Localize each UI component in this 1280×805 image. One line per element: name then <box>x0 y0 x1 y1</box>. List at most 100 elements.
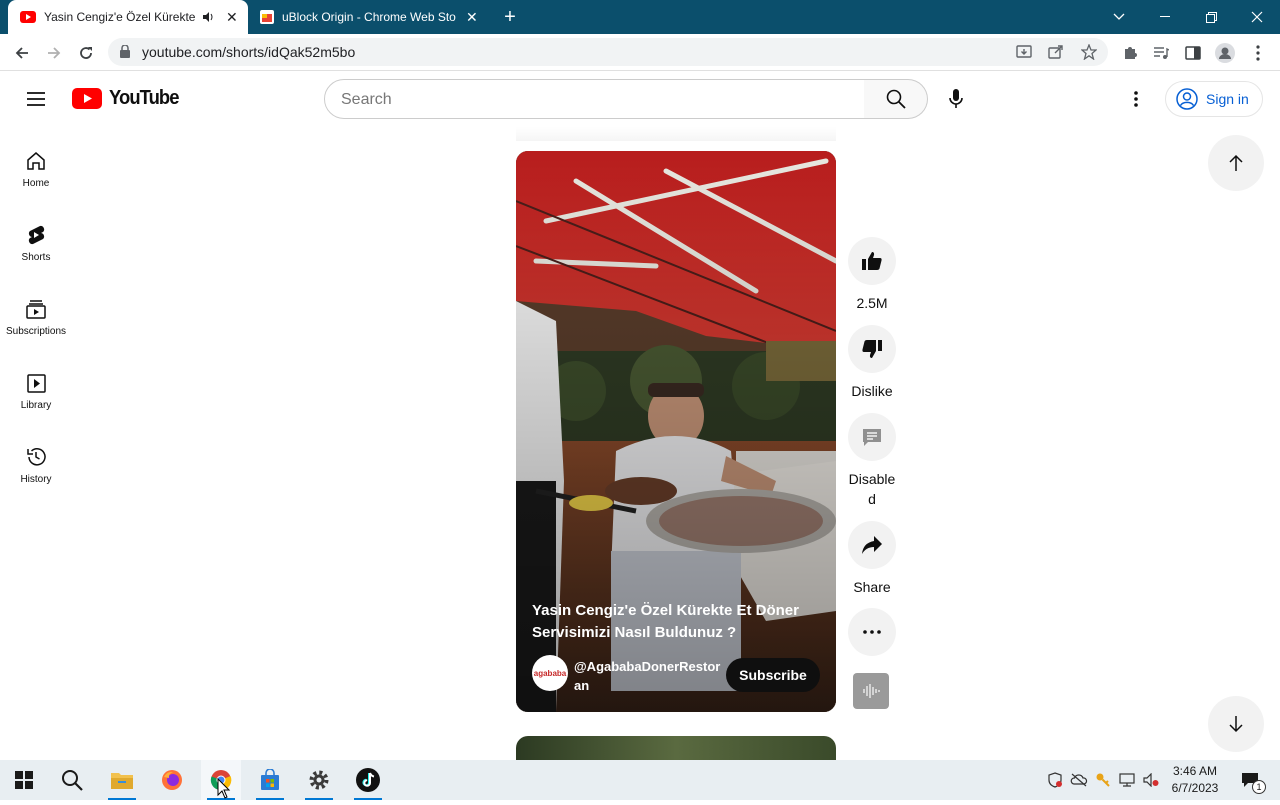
guide-item-subscriptions[interactable]: Subscriptions <box>0 282 72 356</box>
search-box <box>324 79 865 119</box>
sign-in-button[interactable]: Sign in <box>1165 81 1263 117</box>
audio-playing-icon[interactable] <box>202 11 214 23</box>
library-icon <box>27 374 46 393</box>
folder-icon <box>111 773 133 789</box>
windows-taskbar: 3:46 AM 6/7/2023 1 <box>0 760 1280 800</box>
next-short-preview[interactable] <box>516 736 836 760</box>
share-button[interactable] <box>848 521 896 569</box>
history-icon <box>27 448 46 466</box>
more-horizontal-icon <box>863 630 881 634</box>
guide-label: Shorts <box>21 252 51 263</box>
microphone-icon <box>949 89 963 108</box>
like-count: 2.5M <box>856 295 888 311</box>
file-explorer-button[interactable] <box>102 760 142 800</box>
windows-logo-icon <box>15 771 33 789</box>
subscriptions-icon <box>26 300 46 319</box>
thumbs-down-icon <box>862 340 882 358</box>
dislike-button[interactable] <box>848 325 896 373</box>
next-short-button[interactable] <box>1208 696 1264 752</box>
side-panel-icon[interactable] <box>1178 34 1208 71</box>
voice-search-button[interactable] <box>940 83 972 115</box>
chrome-menu-icon[interactable] <box>1243 34 1273 71</box>
restore-button[interactable] <box>1188 0 1234 34</box>
volume-muted-tray-icon[interactable] <box>1140 760 1162 800</box>
share-page-icon[interactable] <box>1048 44 1064 65</box>
channel-avatar[interactable]: agababa <box>532 655 568 691</box>
bookmark-star-icon[interactable] <box>1080 43 1098 65</box>
tiktok-button[interactable] <box>348 760 388 800</box>
security-tray-icon[interactable] <box>1044 760 1066 800</box>
tab-title: Yasin Cengiz'e Özel Kürekte E <box>44 10 196 24</box>
install-app-icon[interactable] <box>1016 44 1032 65</box>
channel-name[interactable]: @AgababaDonerRestoran <box>574 657 724 695</box>
key-tray-icon[interactable] <box>1092 760 1114 800</box>
microsoft-store-button[interactable] <box>250 760 290 800</box>
guide-item-history[interactable]: History <box>0 430 72 504</box>
network-tray-icon[interactable] <box>1116 760 1138 800</box>
youtube-logo-icon <box>72 88 102 109</box>
search-button[interactable] <box>864 79 928 119</box>
youtube-logo-text: YouTube <box>109 87 179 109</box>
notification-center-button[interactable]: 1 <box>1232 760 1268 800</box>
sign-in-label: Sign in <box>1206 91 1249 107</box>
guide-label: Home <box>22 178 50 189</box>
onedrive-tray-icon[interactable] <box>1068 760 1090 800</box>
taskbar-search-button[interactable] <box>52 760 92 800</box>
like-action: 2.5M <box>848 237 896 313</box>
tab-close-icon[interactable]: ✕ <box>226 9 238 26</box>
hamburger-menu-icon[interactable] <box>20 83 52 115</box>
browser-tab-strip: Yasin Cengiz'e Özel Kürekte E ✕ uBlock O… <box>0 0 1280 34</box>
firefox-button[interactable] <box>152 760 192 800</box>
tab-ublock[interactable]: uBlock Origin - Chrome Web Sto ✕ <box>252 0 492 34</box>
guide-item-home[interactable]: Home <box>0 134 72 208</box>
start-button[interactable] <box>4 760 44 800</box>
store-bag-icon <box>261 769 279 790</box>
search-icon <box>62 770 83 791</box>
previous-short-button[interactable] <box>1208 135 1264 191</box>
guide-label: History <box>20 474 52 485</box>
comments-button[interactable] <box>848 413 896 461</box>
thumbs-up-icon <box>862 252 882 270</box>
reload-icon[interactable] <box>71 34 101 71</box>
like-button[interactable] <box>848 237 896 285</box>
close-window-button[interactable] <box>1234 0 1280 34</box>
extensions-puzzle-icon[interactable] <box>1115 34 1145 71</box>
clock-time: 3:46 AM <box>1172 764 1218 778</box>
guide-item-library[interactable]: Library <box>0 356 72 430</box>
lock-icon[interactable] <box>120 44 130 63</box>
guide-item-shorts[interactable]: Shorts <box>0 208 72 282</box>
channel-avatar-text: agababa <box>533 668 567 678</box>
short-title[interactable]: Yasin Cengiz'e Özel Kürekte Et Döner Ser… <box>532 600 812 644</box>
address-bar[interactable]: youtube.com/shorts/idQak52m5bo <box>108 38 1108 66</box>
settings-app-button[interactable] <box>299 760 339 800</box>
more-options-button[interactable] <box>848 608 896 656</box>
comments-label: Disabled <box>848 471 896 507</box>
new-tab-button[interactable]: + <box>498 4 522 30</box>
media-control-icon[interactable] <box>1146 34 1176 71</box>
shorts-icon <box>28 225 45 245</box>
firefox-icon <box>162 770 182 790</box>
youtube-logo[interactable]: YouTube <box>72 87 182 110</box>
previous-short-shadow <box>516 127 836 141</box>
dislike-label: Dislike <box>851 383 893 399</box>
forward-icon[interactable] <box>39 34 69 71</box>
dislike-action: Dislike <box>848 325 896 401</box>
tab-youtube-short[interactable]: Yasin Cengiz'e Özel Kürekte E ✕ <box>8 0 248 34</box>
profile-avatar-icon[interactable] <box>1210 34 1240 71</box>
subscribe-button[interactable]: Subscribe <box>726 658 820 692</box>
tab-search-chevron-icon[interactable] <box>1096 0 1142 34</box>
sound-thumbnail-button[interactable] <box>853 673 889 709</box>
youtube-masthead: YouTube Sign in <box>0 71 1280 127</box>
account-circle-icon <box>1176 88 1198 110</box>
settings-menu-icon[interactable] <box>1124 83 1148 115</box>
search-input[interactable] <box>341 89 841 111</box>
short-video-player[interactable]: Yasin Cengiz'e Özel Kürekte Et Döner Ser… <box>516 151 836 712</box>
youtube-favicon-icon <box>20 11 36 23</box>
home-icon <box>27 152 45 170</box>
guide-label: Subscriptions <box>5 326 67 337</box>
back-icon[interactable] <box>7 34 37 71</box>
clock-date: 6/7/2023 <box>1171 781 1219 795</box>
taskbar-clock[interactable]: 3:46 AM 6/7/2023 <box>1166 763 1224 797</box>
tab-close-icon[interactable]: ✕ <box>466 9 478 26</box>
minimize-button[interactable] <box>1142 0 1188 34</box>
